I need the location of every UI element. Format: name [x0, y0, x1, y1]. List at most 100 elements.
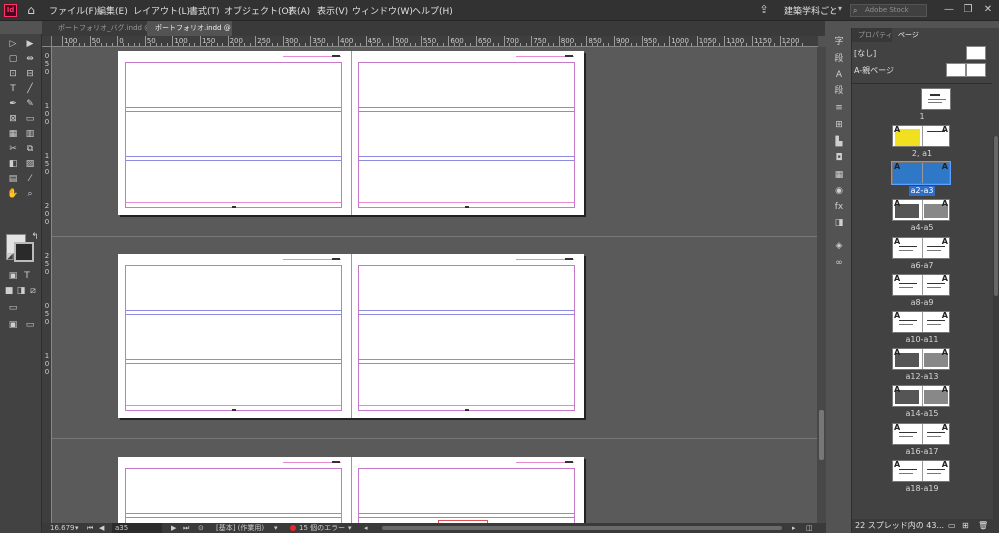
- canvas-vertical-scrollbar[interactable]: [817, 47, 826, 523]
- minimize-button[interactable]: —: [942, 2, 956, 17]
- paragraph-style-icon[interactable]: 段: [833, 85, 845, 97]
- screen-mode-icon[interactable]: ▭: [6, 302, 20, 315]
- master-a-label[interactable]: A-親ページ: [854, 65, 894, 76]
- zoom-level[interactable]: 16.679: [50, 523, 75, 533]
- page-label[interactable]: a4-a5: [887, 223, 957, 233]
- right-page[interactable]: [351, 254, 584, 418]
- master-a-right-thumbnail[interactable]: [966, 63, 986, 77]
- preflight-chevron-icon[interactable]: ▾: [274, 523, 278, 533]
- right-page[interactable]: [351, 51, 584, 215]
- paragraph-icon[interactable]: 段: [833, 53, 845, 65]
- line-tool-icon[interactable]: ╱: [23, 83, 37, 96]
- open-icon[interactable]: ⊙: [198, 523, 204, 533]
- horizontal-ruler[interactable]: 100 50 0 50 100 150 200 250 300 350 400 450 500 550 60…: [52, 36, 818, 47]
- menu-type[interactable]: 書式(T): [189, 4, 220, 17]
- content-collector-icon[interactable]: ⊡: [6, 68, 20, 81]
- page-label[interactable]: a2-a3: [909, 186, 935, 197]
- zoom-tool-icon[interactable]: ⌕: [23, 188, 37, 201]
- tab-pages[interactable]: ページ: [892, 28, 925, 42]
- menu-layout[interactable]: レイアウト(L): [133, 4, 190, 17]
- gradient-icon[interactable]: ◨: [833, 217, 845, 229]
- pathfinder-icon[interactable]: ◘: [833, 152, 845, 164]
- menu-file[interactable]: ファイル(F): [49, 4, 97, 17]
- page-label[interactable]: a8-a9: [887, 298, 957, 308]
- page-label[interactable]: a10-a11: [887, 335, 957, 345]
- page-label[interactable]: 1: [887, 112, 957, 122]
- delete-page-icon[interactable]: 🗑: [978, 519, 988, 533]
- page-number-field[interactable]: a35: [112, 523, 162, 533]
- pages-scrollbar[interactable]: [993, 136, 999, 521]
- split-view-icon[interactable]: ◫: [806, 523, 813, 533]
- close-button[interactable]: ✕: [981, 2, 995, 17]
- workspace-switcher[interactable]: 建築学科ごと: [784, 4, 836, 17]
- scroll-left-icon[interactable]: ◂: [364, 523, 368, 533]
- pen-tool-icon[interactable]: ✒: [6, 98, 20, 111]
- new-page-icon[interactable]: ⊞: [962, 519, 969, 533]
- effects-icon[interactable]: fx: [833, 201, 845, 213]
- spread-1[interactable]: [118, 51, 584, 215]
- type-tool-icon[interactable]: T: [6, 83, 20, 96]
- mode-chevron-icon[interactable]: ▭: [23, 319, 37, 332]
- page-thumbnail-item[interactable]: A Aa8-a9: [852, 273, 992, 310]
- preview-mode-icon[interactable]: ▣: [6, 319, 20, 332]
- stroke-icon[interactable]: ≡: [833, 102, 845, 114]
- hand-tool-icon[interactable]: ✋: [6, 188, 20, 201]
- color-icon[interactable]: ◉: [833, 185, 845, 197]
- page-thumbnail-item[interactable]: A Aa14-a15: [852, 385, 992, 421]
- left-page[interactable]: [118, 51, 351, 215]
- page-tool-icon[interactable]: ▢: [6, 53, 20, 66]
- prev-page-icon[interactable]: ◀: [99, 523, 104, 533]
- menu-table[interactable]: 表(A): [288, 4, 310, 17]
- page-thumbnail[interactable]: AA: [892, 236, 950, 259]
- content-placer-icon[interactable]: ⊟: [23, 68, 37, 81]
- spread-3[interactable]: [118, 457, 584, 523]
- page-thumbnail-item[interactable]: A Aa18-a19: [852, 459, 992, 496]
- page-label[interactable]: a18-a19: [887, 484, 957, 494]
- error-chevron-icon[interactable]: ▾: [348, 523, 352, 533]
- last-page-icon[interactable]: ⏭: [183, 523, 189, 533]
- chevron-down-icon[interactable]: ▾: [838, 4, 842, 13]
- pencil-tool-icon[interactable]: ✎: [23, 98, 37, 111]
- home-icon[interactable]: ⌂: [24, 3, 38, 17]
- scrollbar-thumb[interactable]: [819, 410, 824, 460]
- spread-2[interactable]: [118, 254, 584, 418]
- master-none-thumbnail[interactable]: [966, 46, 986, 60]
- page-thumbnail-item[interactable]: A Aa16-a17: [852, 422, 992, 459]
- character-style-icon[interactable]: A: [833, 69, 845, 81]
- apply-none-icon[interactable]: ⧄: [26, 285, 40, 298]
- page-thumbnail[interactable]: AA: [892, 125, 950, 147]
- page-thumbnail-item[interactable]: 1: [852, 88, 992, 124]
- share-icon[interactable]: ⇪: [757, 3, 771, 17]
- rectangle-frame-tool-icon[interactable]: ⊠: [6, 113, 20, 126]
- stock-search-input[interactable]: ⌕ Adobe Stock: [850, 4, 927, 17]
- gradient-feather-tool-icon[interactable]: ▨: [23, 158, 37, 171]
- note-tool-icon[interactable]: ▤: [6, 173, 20, 186]
- page-label[interactable]: a14-a15: [887, 409, 957, 419]
- grid-tool-icon[interactable]: ▥: [23, 128, 37, 141]
- page-thumbnail[interactable]: AA: [892, 311, 950, 333]
- scroll-right-icon[interactable]: ▸: [792, 523, 796, 533]
- menu-edit[interactable]: 編集(E): [97, 4, 128, 17]
- menu-object[interactable]: オブジェクト(O): [224, 4, 292, 17]
- stroke-swatch[interactable]: [14, 242, 34, 262]
- next-page-icon[interactable]: ▶: [171, 523, 176, 533]
- formatting-text-icon[interactable]: T: [20, 270, 34, 283]
- align-icon[interactable]: ▙: [833, 136, 845, 148]
- page-thumbnail[interactable]: AA: [892, 348, 950, 371]
- transform-icon[interactable]: ⊞: [833, 119, 845, 131]
- eyedropper-tool-icon[interactable]: ⁄: [23, 173, 37, 186]
- character-icon[interactable]: 字: [833, 36, 845, 48]
- left-page[interactable]: [118, 254, 351, 418]
- preflight-profile[interactable]: [基本] (作業用): [216, 523, 264, 533]
- tab-document-2[interactable]: ポートフォリオ.indd @ 25% ×: [147, 21, 232, 36]
- menu-window[interactable]: ウィンドウ(W): [352, 4, 413, 17]
- default-colors-icon[interactable]: ◩: [3, 251, 17, 264]
- direct-selection-tool-icon[interactable]: ▶: [23, 38, 37, 51]
- error-count[interactable]: 15 個のエラー: [299, 523, 345, 533]
- page-size-icon[interactable]: ▭: [948, 519, 956, 533]
- transform-tool-icon[interactable]: ⧉: [23, 143, 37, 156]
- page-thumbnail-item[interactable]: A Aa2-a3: [852, 161, 992, 198]
- page-thumbnail[interactable]: AA: [892, 199, 950, 222]
- links-icon[interactable]: ∞: [833, 257, 845, 269]
- page-label[interactable]: a16-a17: [887, 447, 957, 457]
